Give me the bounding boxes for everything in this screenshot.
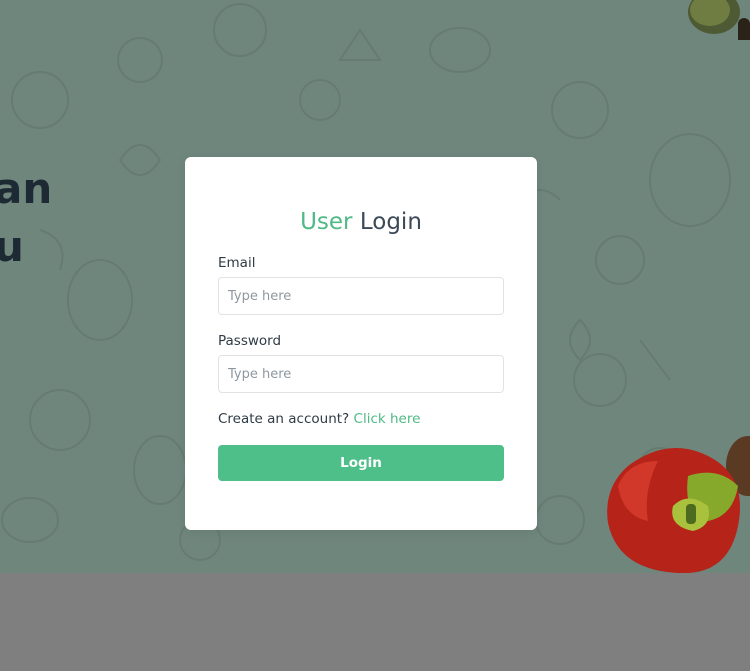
- bottom-overlay: [0, 573, 750, 671]
- hero-heading-line1: an: [0, 164, 53, 213]
- hero-heading-line2: u: [0, 222, 24, 271]
- modal-title: User Login: [185, 209, 537, 235]
- login-modal: User Login Email Password Create an acco…: [185, 157, 537, 530]
- login-page: an u User Login Email Password Create a: [0, 0, 750, 671]
- hero-heading: an u: [0, 160, 52, 276]
- email-field[interactable]: [218, 277, 504, 315]
- create-account-row: Create an account? Click here: [218, 411, 420, 427]
- title-rest: Login: [359, 209, 422, 235]
- login-button[interactable]: Login: [218, 445, 504, 481]
- create-account-text: Create an account?: [218, 411, 350, 427]
- pepper-image-icon: [607, 436, 750, 573]
- password-label: Password: [218, 333, 282, 349]
- cucumber-image-icon: [688, 0, 750, 40]
- email-label: Email: [218, 255, 256, 271]
- password-field[interactable]: [218, 355, 504, 393]
- create-account-link[interactable]: Click here: [354, 411, 421, 427]
- title-accent: User: [300, 209, 353, 235]
